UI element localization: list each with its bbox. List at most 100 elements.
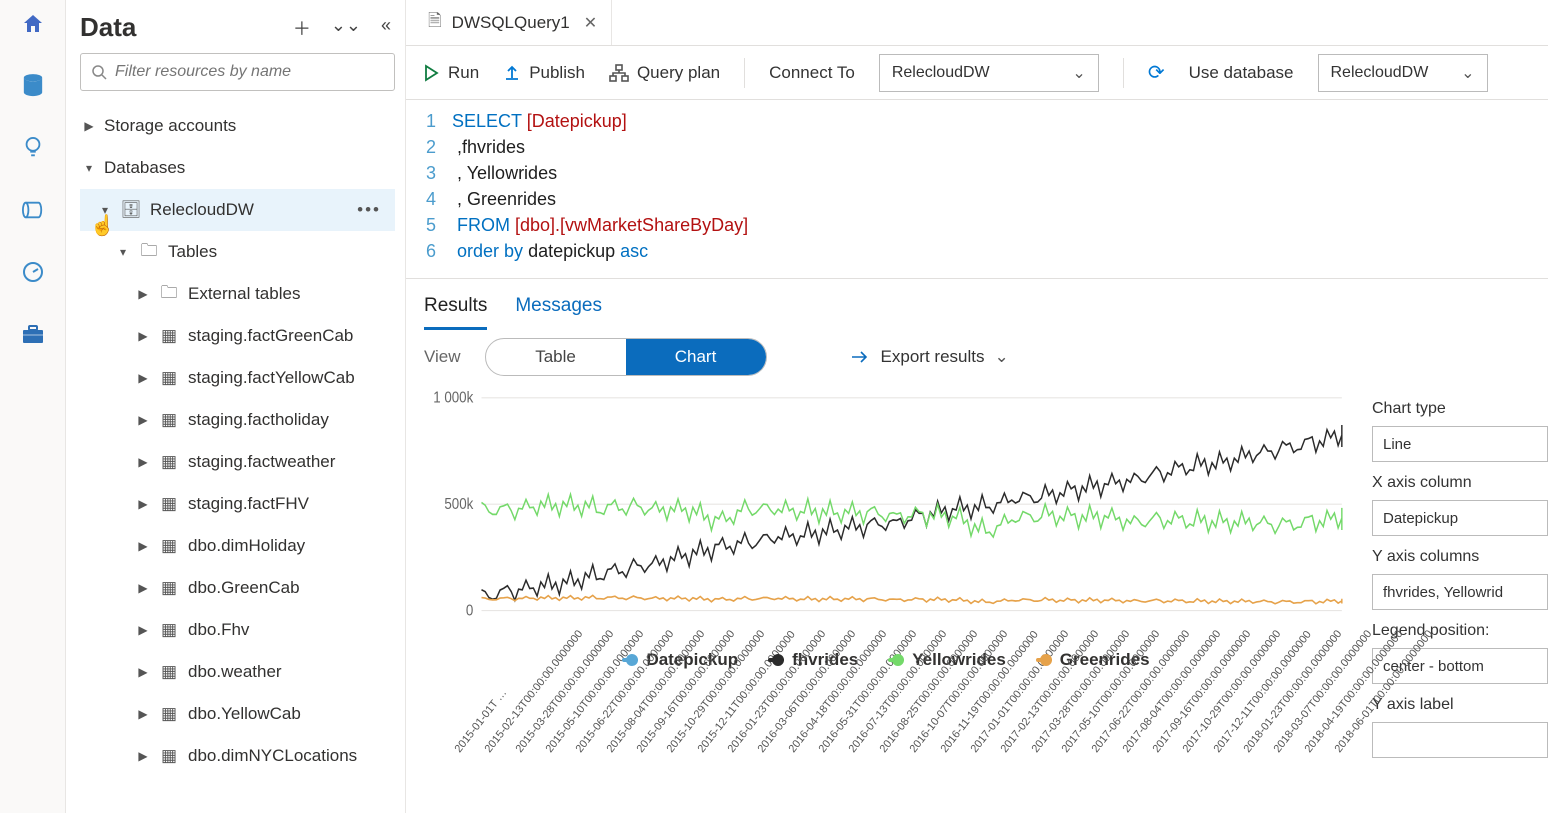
pipeline-icon[interactable]: [17, 194, 49, 226]
use-db-combo[interactable]: RelecloudDW ⌄: [1318, 54, 1488, 92]
legend-item: Datepickup: [622, 650, 738, 670]
refresh-icon[interactable]: ⟳: [1148, 60, 1165, 85]
tree-table-item[interactable]: ▶▦dbo.Fhv: [80, 609, 395, 651]
search-icon: [91, 64, 107, 80]
results-controls: View Table Chart Export results ⌄: [406, 330, 1548, 386]
opt-label: Chart type: [1372, 400, 1548, 418]
svg-text:500k: 500k: [444, 496, 474, 513]
opt-label: Y axis label: [1372, 696, 1548, 714]
table-icon: ▦: [158, 662, 180, 682]
resource-tree: ▶Storage accounts ▾Databases ▾ 🗄 Releclo…: [80, 105, 395, 813]
tree-tables[interactable]: ▾🗀Tables: [80, 231, 395, 273]
table-icon: ▦: [158, 368, 180, 388]
database-icon[interactable]: [17, 70, 49, 102]
filter-input[interactable]: [115, 63, 384, 81]
chevron-down-icon: ⌄: [1461, 63, 1474, 83]
view-chart-btn[interactable]: Chart: [626, 339, 766, 375]
chart-type-select[interactable]: Line: [1372, 426, 1548, 462]
tree-item-label: dbo.dimNYCLocations: [188, 746, 357, 766]
folder-icon: 🗀: [158, 280, 180, 309]
tree-item-label: staging.factholiday: [188, 410, 329, 430]
table-icon: ▦: [158, 704, 180, 724]
tree-table-item[interactable]: ▶▦staging.factYellowCab: [80, 357, 395, 399]
btn-label: Query plan: [637, 63, 720, 83]
tree-label: RelecloudDW: [150, 200, 254, 220]
query-tab[interactable]: 🗎 DWSQLQuery1 ✕: [414, 0, 612, 45]
tree-table-item[interactable]: ▶▦staging.factGreenCab: [80, 315, 395, 357]
tree-storage-accounts[interactable]: ▶Storage accounts: [80, 105, 395, 147]
table-icon: ▦: [158, 410, 180, 430]
sql-editor[interactable]: 123456 SELECT [Datepickup] ,fhvrides , Y…: [406, 100, 1548, 279]
main-area: 🗎 DWSQLQuery1 ✕ Run Publish Query plan C…: [406, 0, 1548, 813]
toolbox-icon[interactable]: [17, 318, 49, 350]
lightbulb-icon[interactable]: [17, 132, 49, 164]
tree-table-item[interactable]: ▶▦staging.factFHV: [80, 483, 395, 525]
combo-value: RelecloudDW: [892, 64, 990, 82]
view-label: View: [424, 347, 461, 367]
expand-all-icon[interactable]: ⌄⌄: [331, 15, 361, 41]
tree-item-label: dbo.YellowCab: [188, 704, 301, 724]
tree-item-label: dbo.GreenCab: [188, 578, 300, 598]
tab-results[interactable]: Results: [424, 289, 487, 330]
chart-layout: 0500k1 000k 2015-01-01T …2015-02-13T00:0…: [406, 386, 1548, 813]
combo-value: RelecloudDW: [1331, 64, 1429, 82]
connect-to-label: Connect To: [769, 63, 855, 83]
table-icon: ▦: [158, 452, 180, 472]
tree-table-item[interactable]: ▶▦dbo.dimHoliday: [80, 525, 395, 567]
chart-options: Chart type Line X axis column Datepickup…: [1358, 386, 1548, 813]
home-icon[interactable]: [17, 8, 49, 40]
collapse-panel-icon[interactable]: «: [381, 15, 391, 41]
tree-table-item[interactable]: ▶▦dbo.weather: [80, 651, 395, 693]
publish-button[interactable]: Publish: [503, 63, 585, 83]
tree-label: External tables: [188, 284, 300, 304]
line-numbers: 123456: [406, 108, 452, 264]
results-panel: Results Messages View Table Chart Export…: [406, 279, 1548, 813]
legend-item: fhvrides: [768, 650, 858, 670]
legend-pos-select[interactable]: center - bottom: [1372, 648, 1548, 684]
svg-text:1 000k: 1 000k: [433, 390, 474, 407]
queryplan-button[interactable]: Query plan: [609, 63, 720, 83]
tree-table-item[interactable]: ▶▦staging.factweather: [80, 441, 395, 483]
tree-item-label: dbo.dimHoliday: [188, 536, 305, 556]
tree-table-item[interactable]: ▶▦dbo.dimNYCLocations: [80, 735, 395, 777]
filter-input-wrap[interactable]: [80, 53, 395, 91]
code-area[interactable]: SELECT [Datepickup] ,fhvrides , Yellowri…: [452, 108, 748, 264]
opt-label: Y axis columns: [1372, 548, 1548, 566]
view-table-btn[interactable]: Table: [486, 339, 626, 375]
tree-table-item[interactable]: ▶▦dbo.GreenCab: [80, 567, 395, 609]
more-icon[interactable]: •••: [357, 200, 395, 220]
y-axis-select[interactable]: fhvrides, Yellowrid: [1372, 574, 1548, 610]
tree-label: Storage accounts: [104, 116, 236, 136]
tree-table-item[interactable]: ▶▦dbo.YellowCab: [80, 693, 395, 735]
monitor-icon[interactable]: [17, 256, 49, 288]
table-icon: ▦: [158, 620, 180, 640]
data-panel: Data ＋ ⌄⌄ « ▶Storage accounts ▾Databases…: [66, 0, 406, 813]
tab-messages[interactable]: Messages: [515, 289, 602, 330]
tab-bar: 🗎 DWSQLQuery1 ✕: [406, 0, 1548, 46]
connect-to-combo[interactable]: RelecloudDW⌄: [879, 54, 1099, 92]
panel-title: Data: [80, 12, 136, 43]
export-results-button[interactable]: Export results ⌄: [851, 347, 1009, 367]
run-button[interactable]: Run: [422, 63, 479, 83]
close-icon[interactable]: ✕: [584, 13, 597, 33]
tree-item-label: staging.factYellowCab: [188, 368, 355, 388]
table-icon: ▦: [158, 326, 180, 346]
tree-item-label: staging.factGreenCab: [188, 326, 353, 346]
y-label-input[interactable]: [1372, 722, 1548, 758]
table-icon: ▦: [158, 578, 180, 598]
view-toggle: Table Chart: [485, 338, 767, 376]
opt-label: X axis column: [1372, 474, 1548, 492]
legend-item: Greenrides: [1036, 650, 1150, 670]
x-axis-select[interactable]: Datepickup: [1372, 500, 1548, 536]
add-icon[interactable]: ＋: [293, 15, 311, 41]
nav-rail: [0, 0, 66, 813]
separator: [1123, 58, 1124, 88]
tree-label: Databases: [104, 158, 185, 178]
sql-file-icon: 🗎: [428, 8, 442, 37]
use-db-label: Use database: [1189, 63, 1294, 83]
tree-db-releclouddw[interactable]: ▾ 🗄 RelecloudDW •••: [80, 189, 395, 231]
tree-external-tables[interactable]: ▶🗀External tables: [80, 273, 395, 315]
tree-table-item[interactable]: ▶▦staging.factholiday: [80, 399, 395, 441]
folder-icon: 🗀: [138, 238, 160, 267]
tree-databases[interactable]: ▾Databases: [80, 147, 395, 189]
